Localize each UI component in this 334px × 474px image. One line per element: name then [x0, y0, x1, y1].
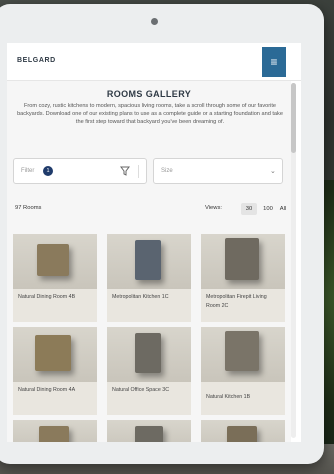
- size-select[interactable]: Size ⌄: [153, 158, 283, 184]
- funnel-icon: [120, 166, 130, 176]
- tablet-frame: BELGARD ≡ ROOMS GALLERY From cozy, rusti…: [0, 4, 324, 464]
- view-option-100[interactable]: 100: [261, 203, 275, 215]
- gallery-content: ROOMS GALLERY From cozy, rustic kitchens…: [7, 81, 291, 442]
- room-thumbnail: [13, 327, 97, 382]
- room-thumbnail: [107, 234, 191, 289]
- view-option-30[interactable]: 30: [241, 203, 257, 215]
- rooms-count: 97 Rooms: [15, 205, 42, 211]
- room-card[interactable]: [201, 420, 285, 442]
- room-card[interactable]: Natural Dining Room 4A: [13, 327, 97, 415]
- room-thumbnail: [13, 420, 97, 442]
- brand-logo[interactable]: BELGARD: [17, 57, 56, 64]
- tablet-screen: BELGARD ≡ ROOMS GALLERY From cozy, rusti…: [7, 43, 301, 442]
- filter-dropdown[interactable]: Filter 1: [13, 158, 147, 184]
- size-placeholder: Size: [161, 168, 173, 174]
- room-thumbnail: [201, 420, 285, 442]
- room-card[interactable]: Metropolitan Kitchen 1C: [107, 234, 191, 322]
- page-intro: From cozy, rustic kitchens to modern, sp…: [17, 103, 283, 126]
- view-option-all[interactable]: All: [277, 203, 289, 215]
- room-thumbnail: [13, 234, 97, 289]
- room-card[interactable]: Natural Kitchen 1B: [201, 327, 285, 415]
- site-header: BELGARD ≡: [7, 43, 301, 81]
- views-label: Views:: [205, 205, 222, 211]
- room-card[interactable]: Natural Office Space 3C: [107, 327, 191, 415]
- hamburger-icon: ≡: [270, 55, 278, 69]
- room-thumbnail: [201, 327, 285, 382]
- filter-label: Filter: [21, 168, 35, 174]
- room-thumbnail: [107, 420, 191, 442]
- room-thumbnail: [107, 327, 191, 382]
- room-card[interactable]: [107, 420, 191, 442]
- room-name: Natural Office Space 3C: [112, 387, 170, 393]
- room-card[interactable]: Metropolitan Firepit Living Room 2C: [201, 234, 285, 322]
- room-name: Metropolitan Firepit Living Room 2C: [206, 294, 267, 309]
- filter-count-badge: 1: [43, 166, 53, 176]
- room-name: Metropolitan Kitchen 1C: [112, 294, 169, 300]
- scrollbar[interactable]: [291, 83, 296, 438]
- page-title: ROOMS GALLERY: [106, 89, 192, 99]
- room-card[interactable]: [13, 420, 97, 442]
- room-name: Natural Kitchen 1B: [206, 394, 251, 400]
- camera-icon: [151, 18, 158, 25]
- room-name: Natural Dining Room 4A: [18, 387, 76, 393]
- room-thumbnail: [201, 234, 285, 289]
- room-card[interactable]: Natural Dining Room 4B: [13, 234, 97, 322]
- room-name: Natural Dining Room 4B: [18, 294, 76, 300]
- scrollbar-thumb[interactable]: [291, 83, 296, 153]
- chevron-down-icon: ⌄: [270, 168, 276, 175]
- filter-divider: [138, 165, 139, 178]
- menu-button[interactable]: ≡: [262, 47, 286, 77]
